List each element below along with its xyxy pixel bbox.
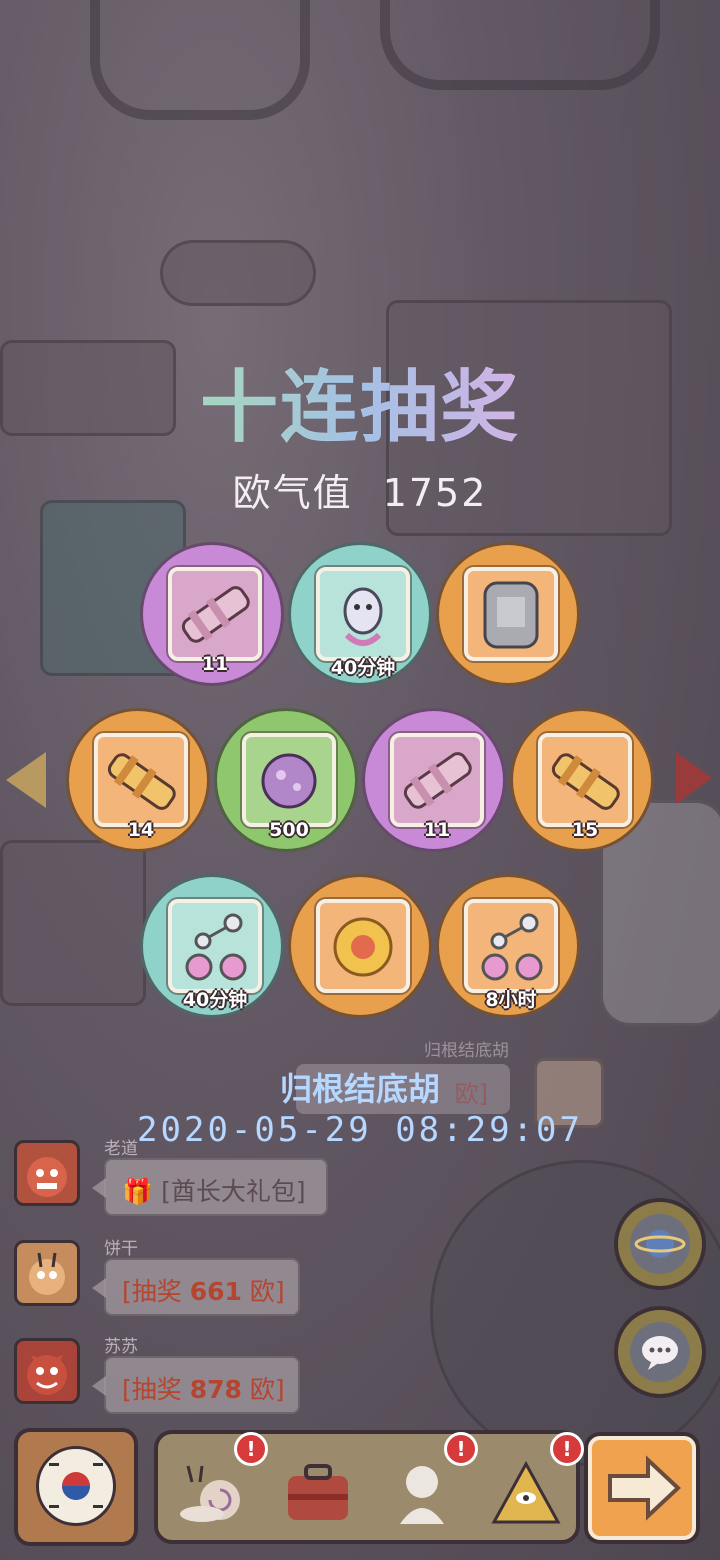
prev-arrow-icon[interactable] [6, 752, 46, 808]
chat-bubble: [抽奖 878 欧] [92, 1356, 300, 1414]
flag-icon [36, 1446, 116, 1526]
suitcase-tab-button[interactable] [278, 1452, 358, 1532]
next-button[interactable] [588, 1436, 696, 1540]
chat-text: [酋长大礼包] [161, 1177, 306, 1206]
page-title: 十连抽奖 [0, 345, 720, 457]
chat-button[interactable] [614, 1306, 706, 1398]
avatar[interactable] [14, 1240, 80, 1306]
monster-face-icon [27, 1157, 67, 1197]
luck-label: 欧气值 [232, 471, 353, 515]
reward-quantity: 15 [571, 819, 599, 841]
chat-text-prefix: [抽奖 [122, 1277, 190, 1306]
pyramid-tab-button[interactable] [486, 1452, 566, 1532]
planet-icon [634, 1230, 686, 1258]
bottom-toolbar: ! ! ! [154, 1430, 584, 1544]
chat-sender-name: 老道 [104, 1139, 138, 1159]
reward-quantity: 11 [423, 819, 451, 841]
ghost-player-name: 归根结底胡 [424, 1041, 509, 1061]
chat-bubble-icon [642, 1336, 678, 1370]
reward-slot[interactable]: 11 [362, 708, 506, 852]
chat-text-suffix: 欧] [241, 1277, 285, 1306]
reward-slot[interactable] [288, 874, 432, 1018]
reward-quantity: 40分钟 [182, 989, 248, 1011]
chat-amount: 878 [189, 1375, 242, 1404]
avatar[interactable] [14, 1338, 80, 1404]
chat-text-prefix: [抽奖 [122, 1375, 190, 1404]
reward-quantity: 40分钟 [330, 657, 396, 679]
reward-slot[interactable]: 14 [66, 708, 210, 852]
luck-number: 1752 [382, 471, 488, 515]
reward-slot[interactable]: 40分钟 [140, 874, 284, 1018]
notification-badge: ! [234, 1432, 268, 1466]
reward-quantity: 14 [127, 819, 155, 841]
chat-amount: 661 [189, 1277, 242, 1306]
next-arrow-icon[interactable] [676, 752, 712, 804]
devil-face-icon [27, 1355, 67, 1395]
reward-slot[interactable]: 40分钟 [288, 542, 432, 686]
gift-icon: 🎁 [122, 1177, 154, 1206]
chat-bubble: 🎁 [酋长大礼包] [92, 1158, 328, 1216]
statue-bust-icon [400, 1466, 444, 1524]
reward-slot[interactable]: 11 [140, 542, 284, 686]
suitcase-icon [288, 1464, 348, 1520]
reward-quantity: 11 [201, 653, 229, 675]
notification-badge: ! [550, 1432, 584, 1466]
reward-quantity: 8小时 [485, 989, 537, 1011]
chat-sender-name: 苏苏 [104, 1337, 138, 1357]
pyramid-eye-icon [491, 1460, 561, 1524]
region-flag-button[interactable] [14, 1428, 138, 1546]
snail-face-icon [29, 1252, 65, 1295]
notification-badge: ! [444, 1432, 478, 1466]
reward-slot[interactable]: 15 [510, 708, 654, 852]
chat-text-suffix: 欧] [241, 1375, 285, 1404]
arrow-right-icon [608, 1455, 681, 1521]
chat-bubble: [抽奖 661 欧] [92, 1258, 300, 1316]
reward-quantity: 500 [269, 819, 309, 841]
reward-slot[interactable] [436, 542, 580, 686]
statue-tab-button[interactable] [382, 1452, 462, 1532]
avatar[interactable] [14, 1140, 80, 1206]
planet-button[interactable] [614, 1198, 706, 1290]
reward-slot[interactable]: 500 [214, 708, 358, 852]
chat-sender-name: 饼干 [104, 1239, 138, 1259]
reward-slot[interactable]: 8小时 [436, 874, 580, 1018]
luck-value: 欧气值 1752 [0, 462, 720, 517]
winner-name: 归根结底胡 [279, 1070, 440, 1108]
taeguk-icon [49, 1463, 103, 1508]
